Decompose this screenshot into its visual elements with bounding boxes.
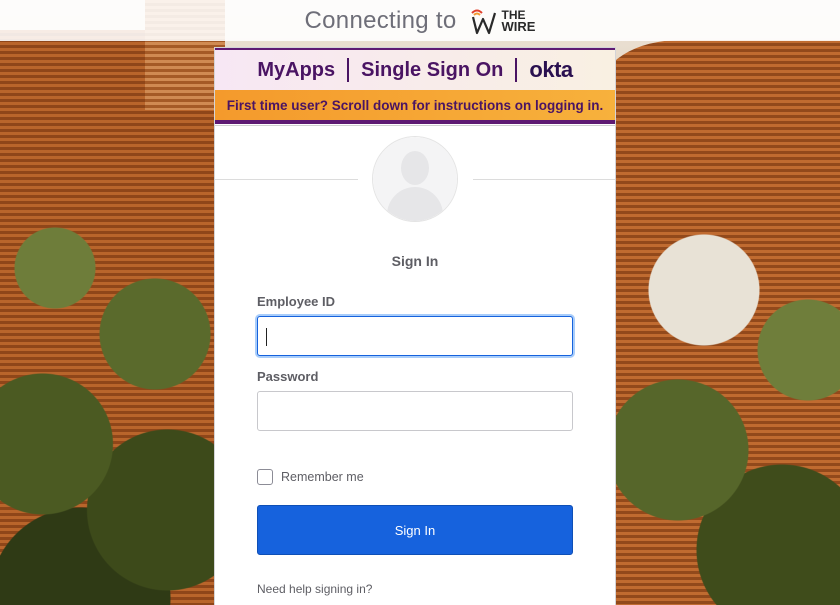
first-time-user-instructions: First time user? Scroll down for instruc…: [226, 97, 604, 113]
banner-instructions-row: First time user? Scroll down for instruc…: [215, 90, 615, 124]
text-caret: [266, 328, 267, 346]
remember-me-label[interactable]: Remember me: [281, 470, 364, 484]
brand-separator: [515, 58, 518, 82]
password-input[interactable]: [257, 391, 573, 431]
the-wire-logo-icon: [469, 7, 499, 35]
connecting-text: Connecting to: [304, 6, 457, 34]
user-avatar-icon: [372, 136, 458, 222]
the-wire-logo-text: THE WIRE: [501, 9, 536, 34]
background-trees-left: [0, 180, 230, 605]
sign-in-title: Sign In: [391, 253, 439, 269]
connecting-banner: Connecting to THE WIRE: [0, 0, 840, 41]
background-trees-right: [600, 230, 840, 605]
sign-in-button[interactable]: Sign In: [257, 505, 573, 555]
avatar-divider-left: [215, 179, 358, 180]
employee-id-input[interactable]: [257, 316, 573, 356]
employee-id-label: Employee ID: [257, 294, 336, 309]
brand-myapps: MyApps: [257, 58, 336, 81]
remember-me-checkbox[interactable]: [257, 469, 273, 485]
logo-line2: WIRE: [501, 18, 536, 34]
avatar-divider-right: [473, 179, 615, 180]
banner-brand-row: MyApps Single Sign On okta: [215, 48, 615, 90]
okta-logo: okta: [529, 57, 573, 82]
brand-sso: Single Sign On: [361, 58, 504, 81]
password-label: Password: [257, 369, 319, 384]
the-wire-logo: THE WIRE: [469, 7, 536, 35]
remember-me-row: Remember me: [257, 469, 364, 485]
sign-in-card: MyApps Single Sign On okta First time us…: [214, 47, 616, 605]
myapps-sso-banner: MyApps Single Sign On okta First time us…: [215, 48, 615, 126]
brand-separator: [347, 58, 350, 82]
need-help-link[interactable]: Need help signing in?: [257, 582, 372, 596]
